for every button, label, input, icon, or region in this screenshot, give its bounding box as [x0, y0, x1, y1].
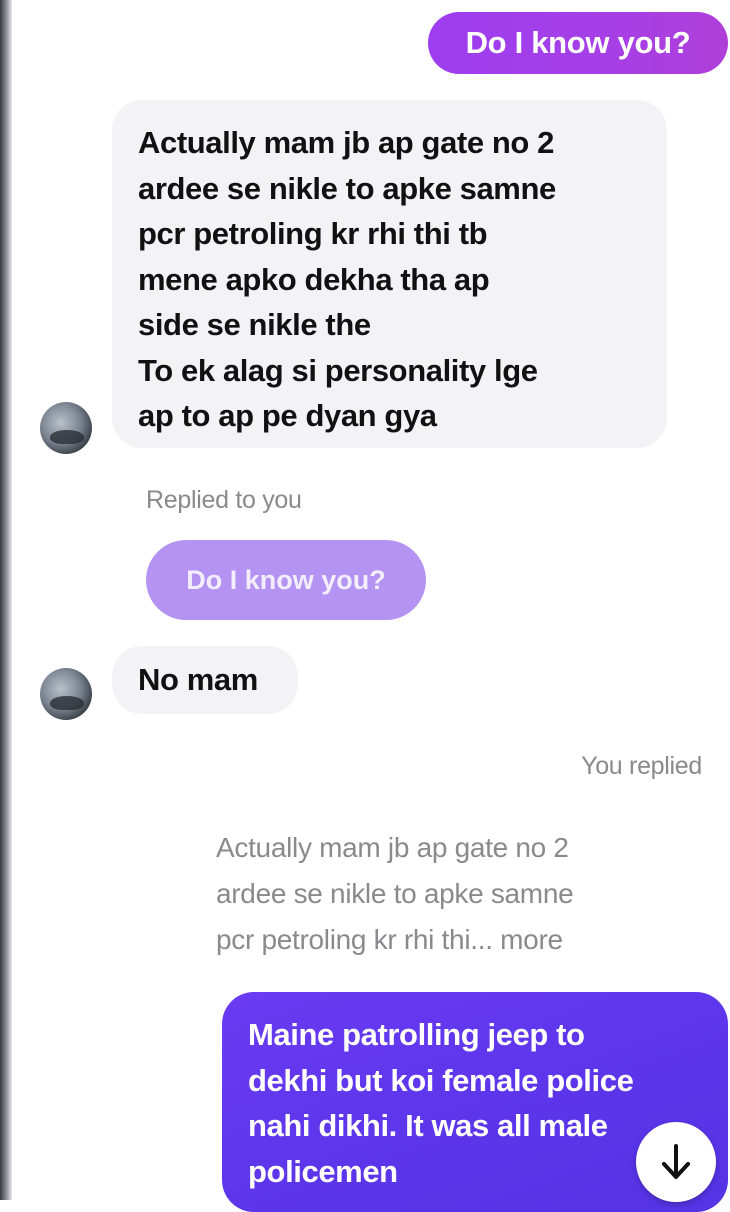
- you-replied-label: You replied: [581, 752, 702, 780]
- quoted-line: Actually mam jb ap gate no 2: [216, 832, 569, 863]
- message-line: To ek alag si personality lge: [138, 352, 538, 388]
- outgoing-message-bubble[interactable]: Do I know you?: [428, 12, 728, 74]
- outgoing-message-text: Do I know you?: [465, 25, 691, 60]
- incoming-message-bubble[interactable]: No mam: [112, 646, 298, 714]
- message-line: nahi dikhi. It was all male: [248, 1108, 608, 1143]
- scroll-to-bottom-button[interactable]: [636, 1122, 716, 1202]
- replied-to-you-label: Replied to you: [146, 486, 302, 514]
- message-line: dekhi but koi female police: [248, 1062, 634, 1098]
- incoming-message-text: Actually mam jb ap gate no 2 ardee se ni…: [138, 120, 641, 439]
- message-line: side se nikle the: [138, 307, 371, 342]
- quoted-outgoing-message[interactable]: Do I know you?: [146, 540, 426, 620]
- message-line: Maine patrolling jeep to: [248, 1017, 585, 1052]
- message-line: ardee se nikle to apke samne: [138, 170, 556, 206]
- message-line: ap to ap pe dyan gya: [138, 398, 437, 433]
- message-line: policemen: [248, 1153, 398, 1189]
- sender-avatar[interactable]: [40, 402, 92, 454]
- message-line: pcr petroling kr rhi thi tb: [138, 216, 488, 251]
- incoming-message-text: No mam: [138, 662, 258, 698]
- quoted-line: pcr petroling kr rhi thi... more: [216, 924, 563, 955]
- quoted-incoming-message[interactable]: Actually mam jb ap gate no 2 ardee se ni…: [216, 825, 686, 963]
- outgoing-message-text: Maine patrolling jeep to dekhi but koi f…: [248, 1012, 702, 1194]
- chat-thread: Do I know you? Actually mam jb ap gate n…: [0, 0, 730, 1212]
- message-line: mene apko dekha tha ap: [138, 261, 490, 297]
- incoming-message-bubble[interactable]: Actually mam jb ap gate no 2 ardee se ni…: [112, 100, 667, 448]
- quoted-line: ardee se nikle to apke samne: [216, 878, 574, 909]
- quoted-outgoing-text: Do I know you?: [186, 564, 386, 595]
- arrow-down-icon: [662, 1144, 690, 1179]
- sender-avatar[interactable]: [40, 668, 92, 720]
- message-line: Actually mam jb ap gate no 2: [138, 125, 555, 160]
